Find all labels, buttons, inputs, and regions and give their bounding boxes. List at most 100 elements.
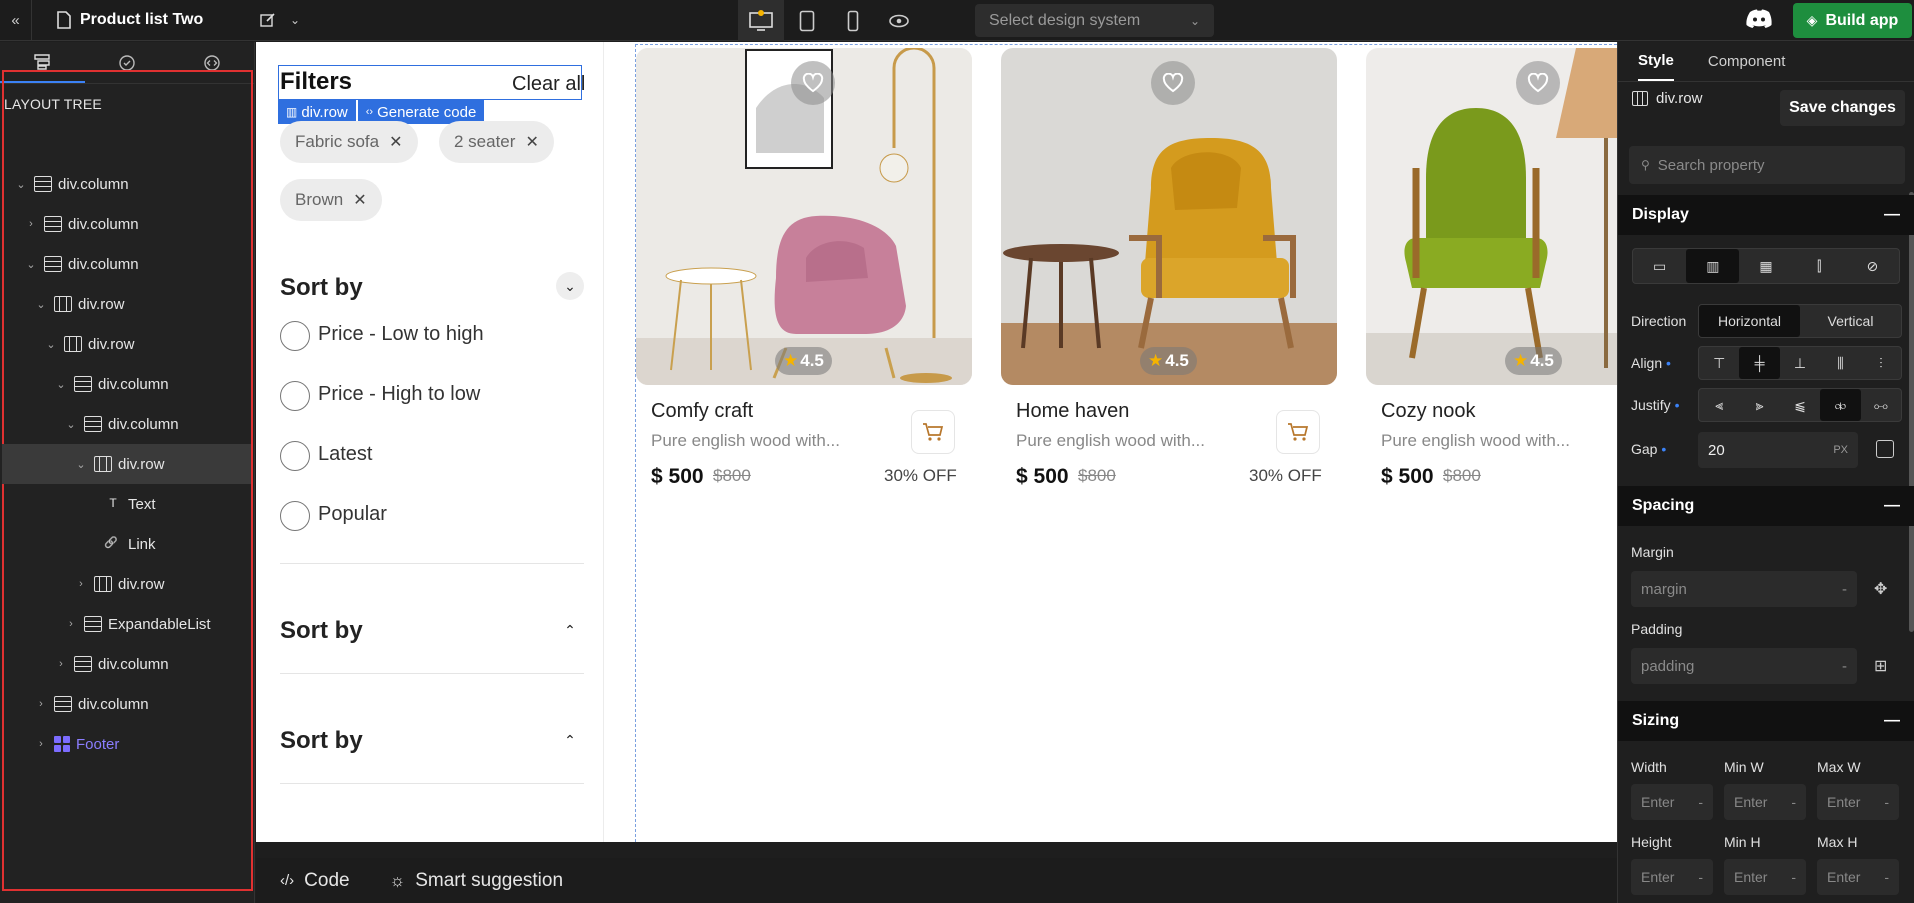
filter-chip[interactable]: 2 seater ✕ <box>439 121 554 163</box>
close-icon[interactable]: ✕ <box>353 190 366 210</box>
justify-end-icon[interactable]: ⫹ <box>1780 389 1820 421</box>
display-grid-icon[interactable]: ▦ <box>1739 249 1792 283</box>
min-height-input[interactable]: Enter - <box>1724 859 1806 895</box>
search-property-input[interactable]: ⚲ Search property <box>1629 146 1905 184</box>
close-icon[interactable]: ✕ <box>389 132 402 152</box>
tree-node[interactable]: › Footer <box>2 724 251 764</box>
code-button[interactable]: ‹/› Code <box>280 870 350 892</box>
spacing-section-header[interactable]: Spacing — <box>1618 486 1914 526</box>
max-height-input[interactable]: Enter - <box>1817 859 1899 895</box>
align-start-icon[interactable]: ⊤ <box>1699 347 1739 379</box>
justify-center-icon[interactable]: ⫸ <box>1739 389 1779 421</box>
align-center-icon[interactable]: ╪ <box>1739 347 1780 379</box>
max-width-input[interactable]: Enter - <box>1817 784 1899 820</box>
chevron-down-icon[interactable]: ⌄ <box>64 418 78 431</box>
clear-all-link[interactable]: Clear all <box>512 73 585 96</box>
smart-suggestion-button[interactable]: ☼ Smart suggestion <box>390 870 563 892</box>
filter-chip[interactable]: Brown ✕ <box>280 179 382 221</box>
tree-node[interactable]: ⌄ div.row <box>2 284 251 324</box>
direction-horizontal[interactable]: Horizontal <box>1699 305 1800 337</box>
justify-start-icon[interactable]: ⫷ <box>1699 389 1739 421</box>
min-width-input[interactable]: Enter - <box>1724 784 1806 820</box>
tree-node[interactable]: 🔗 Link <box>2 524 251 564</box>
design-system-select[interactable]: Select design system ⌄ <box>975 4 1214 37</box>
chevron-right-icon[interactable]: › <box>34 698 48 710</box>
tablet-view-icon[interactable] <box>784 0 830 41</box>
expand-gap-icon[interactable] <box>1876 440 1894 458</box>
display-flex-icon[interactable]: ▥ <box>1686 249 1740 283</box>
chevron-up-icon[interactable]: ⌃ <box>556 616 584 644</box>
favorite-heart-icon[interactable] <box>1516 61 1560 105</box>
tree-node[interactable]: T Text <box>2 484 251 524</box>
chevron-down-icon[interactable]: ⌄ <box>14 178 28 191</box>
save-changes-button[interactable]: Save changes <box>1780 90 1905 126</box>
design-canvas[interactable]: Filters Clear all ▥ div.row ‹› Generate … <box>256 42 1617 842</box>
chevron-right-icon[interactable]: › <box>24 218 38 230</box>
align-baseline-icon[interactable]: ⫶ <box>1861 347 1901 379</box>
height-input[interactable]: Enter - <box>1631 859 1713 895</box>
chevron-right-icon[interactable]: › <box>54 658 68 670</box>
width-input[interactable]: Enter - <box>1631 784 1713 820</box>
edit-icon[interactable] <box>260 12 276 28</box>
align-stretch-icon[interactable]: ⫼ <box>1820 347 1860 379</box>
tab-component[interactable]: Component <box>1708 53 1786 70</box>
tree-node[interactable]: › div.column <box>2 204 251 244</box>
tree-node[interactable]: ⌄ div.column <box>2 404 251 444</box>
chevron-right-icon[interactable]: › <box>64 618 78 630</box>
chevron-down-icon[interactable]: ⌄ <box>44 338 58 351</box>
align-end-icon[interactable]: ⊥ <box>1780 347 1820 379</box>
product-card[interactable]: ★ 4.5 Cozy nook Pure english wood with..… <box>1366 48 1617 488</box>
tree-node[interactable]: ⌄ div.row <box>2 444 251 484</box>
close-icon[interactable]: ✕ <box>525 132 538 152</box>
discord-icon[interactable] <box>1746 8 1772 33</box>
tree-node[interactable]: ⌄ div.column <box>2 164 251 204</box>
justify-around-icon[interactable]: ⧟ <box>1861 389 1901 421</box>
collapse-icon[interactable]: — <box>1884 712 1900 730</box>
preview-eye-icon[interactable] <box>876 0 922 41</box>
collapse-icon[interactable]: — <box>1884 497 1900 515</box>
display-inline-icon[interactable]: ⫿ <box>1793 249 1846 283</box>
sort-radio[interactable] <box>280 321 310 351</box>
direction-vertical[interactable]: Vertical <box>1800 305 1901 337</box>
panel-scrollbar[interactable] <box>1909 192 1914 632</box>
chevron-down-icon[interactable]: ⌄ <box>34 298 48 311</box>
padding-input[interactable]: padding - <box>1631 648 1857 684</box>
gap-input[interactable]: 20 PX <box>1698 432 1858 468</box>
filter-chip[interactable]: Fabric sofa ✕ <box>280 121 418 163</box>
tree-node[interactable]: ⌄ div.column <box>2 244 251 284</box>
add-to-cart-icon[interactable] <box>911 410 955 454</box>
move-icon[interactable]: ✥ <box>1874 579 1887 599</box>
tree-node[interactable]: › div.row <box>2 564 251 604</box>
add-to-cart-icon[interactable] <box>1276 410 1320 454</box>
tree-node[interactable]: › div.column <box>2 684 251 724</box>
tree-node[interactable]: › ExpandableList <box>2 604 251 644</box>
sort-radio[interactable] <box>280 501 310 531</box>
collapse-icon[interactable]: — <box>1884 206 1900 224</box>
favorite-heart-icon[interactable] <box>1151 61 1195 105</box>
margin-input[interactable]: margin - <box>1631 571 1857 607</box>
collapse-panel-icon[interactable]: « <box>0 0 32 41</box>
sort-radio[interactable] <box>280 381 310 411</box>
chevron-right-icon[interactable]: › <box>34 738 48 750</box>
chevron-right-icon[interactable]: › <box>74 578 88 590</box>
product-card[interactable]: ★ 4.5 Home haven Pure english wood with.… <box>1001 48 1337 488</box>
tree-node[interactable]: ⌄ div.column <box>2 364 251 404</box>
product-card[interactable]: ★ 4.5 Comfy craft Pure english wood with… <box>636 48 972 488</box>
padding-box-icon[interactable]: ⊞ <box>1874 656 1887 676</box>
desktop-view-icon[interactable] <box>738 0 784 41</box>
favorite-heart-icon[interactable] <box>791 61 835 105</box>
chevron-down-icon[interactable]: ⌄ <box>54 378 68 391</box>
sizing-section-header[interactable]: Sizing — <box>1618 701 1914 741</box>
chevron-up-icon[interactable]: ⌃ <box>556 726 584 754</box>
tree-node[interactable]: › div.column <box>2 644 251 684</box>
justify-between-icon[interactable]: ⧞ <box>1820 389 1861 421</box>
chevron-down-icon[interactable]: ⌄ <box>74 458 88 471</box>
build-app-button[interactable]: ◈ Build app <box>1793 3 1912 38</box>
chevron-down-icon[interactable]: ⌄ <box>556 272 584 300</box>
display-none-icon[interactable]: ⊘ <box>1846 249 1899 283</box>
tab-style[interactable]: Style <box>1638 42 1674 81</box>
display-block-icon[interactable]: ▭ <box>1633 249 1686 283</box>
display-section-header[interactable]: Display — <box>1618 195 1914 235</box>
chevron-down-icon[interactable]: ⌄ <box>24 258 38 271</box>
chevron-down-icon[interactable]: ⌄ <box>290 13 300 27</box>
